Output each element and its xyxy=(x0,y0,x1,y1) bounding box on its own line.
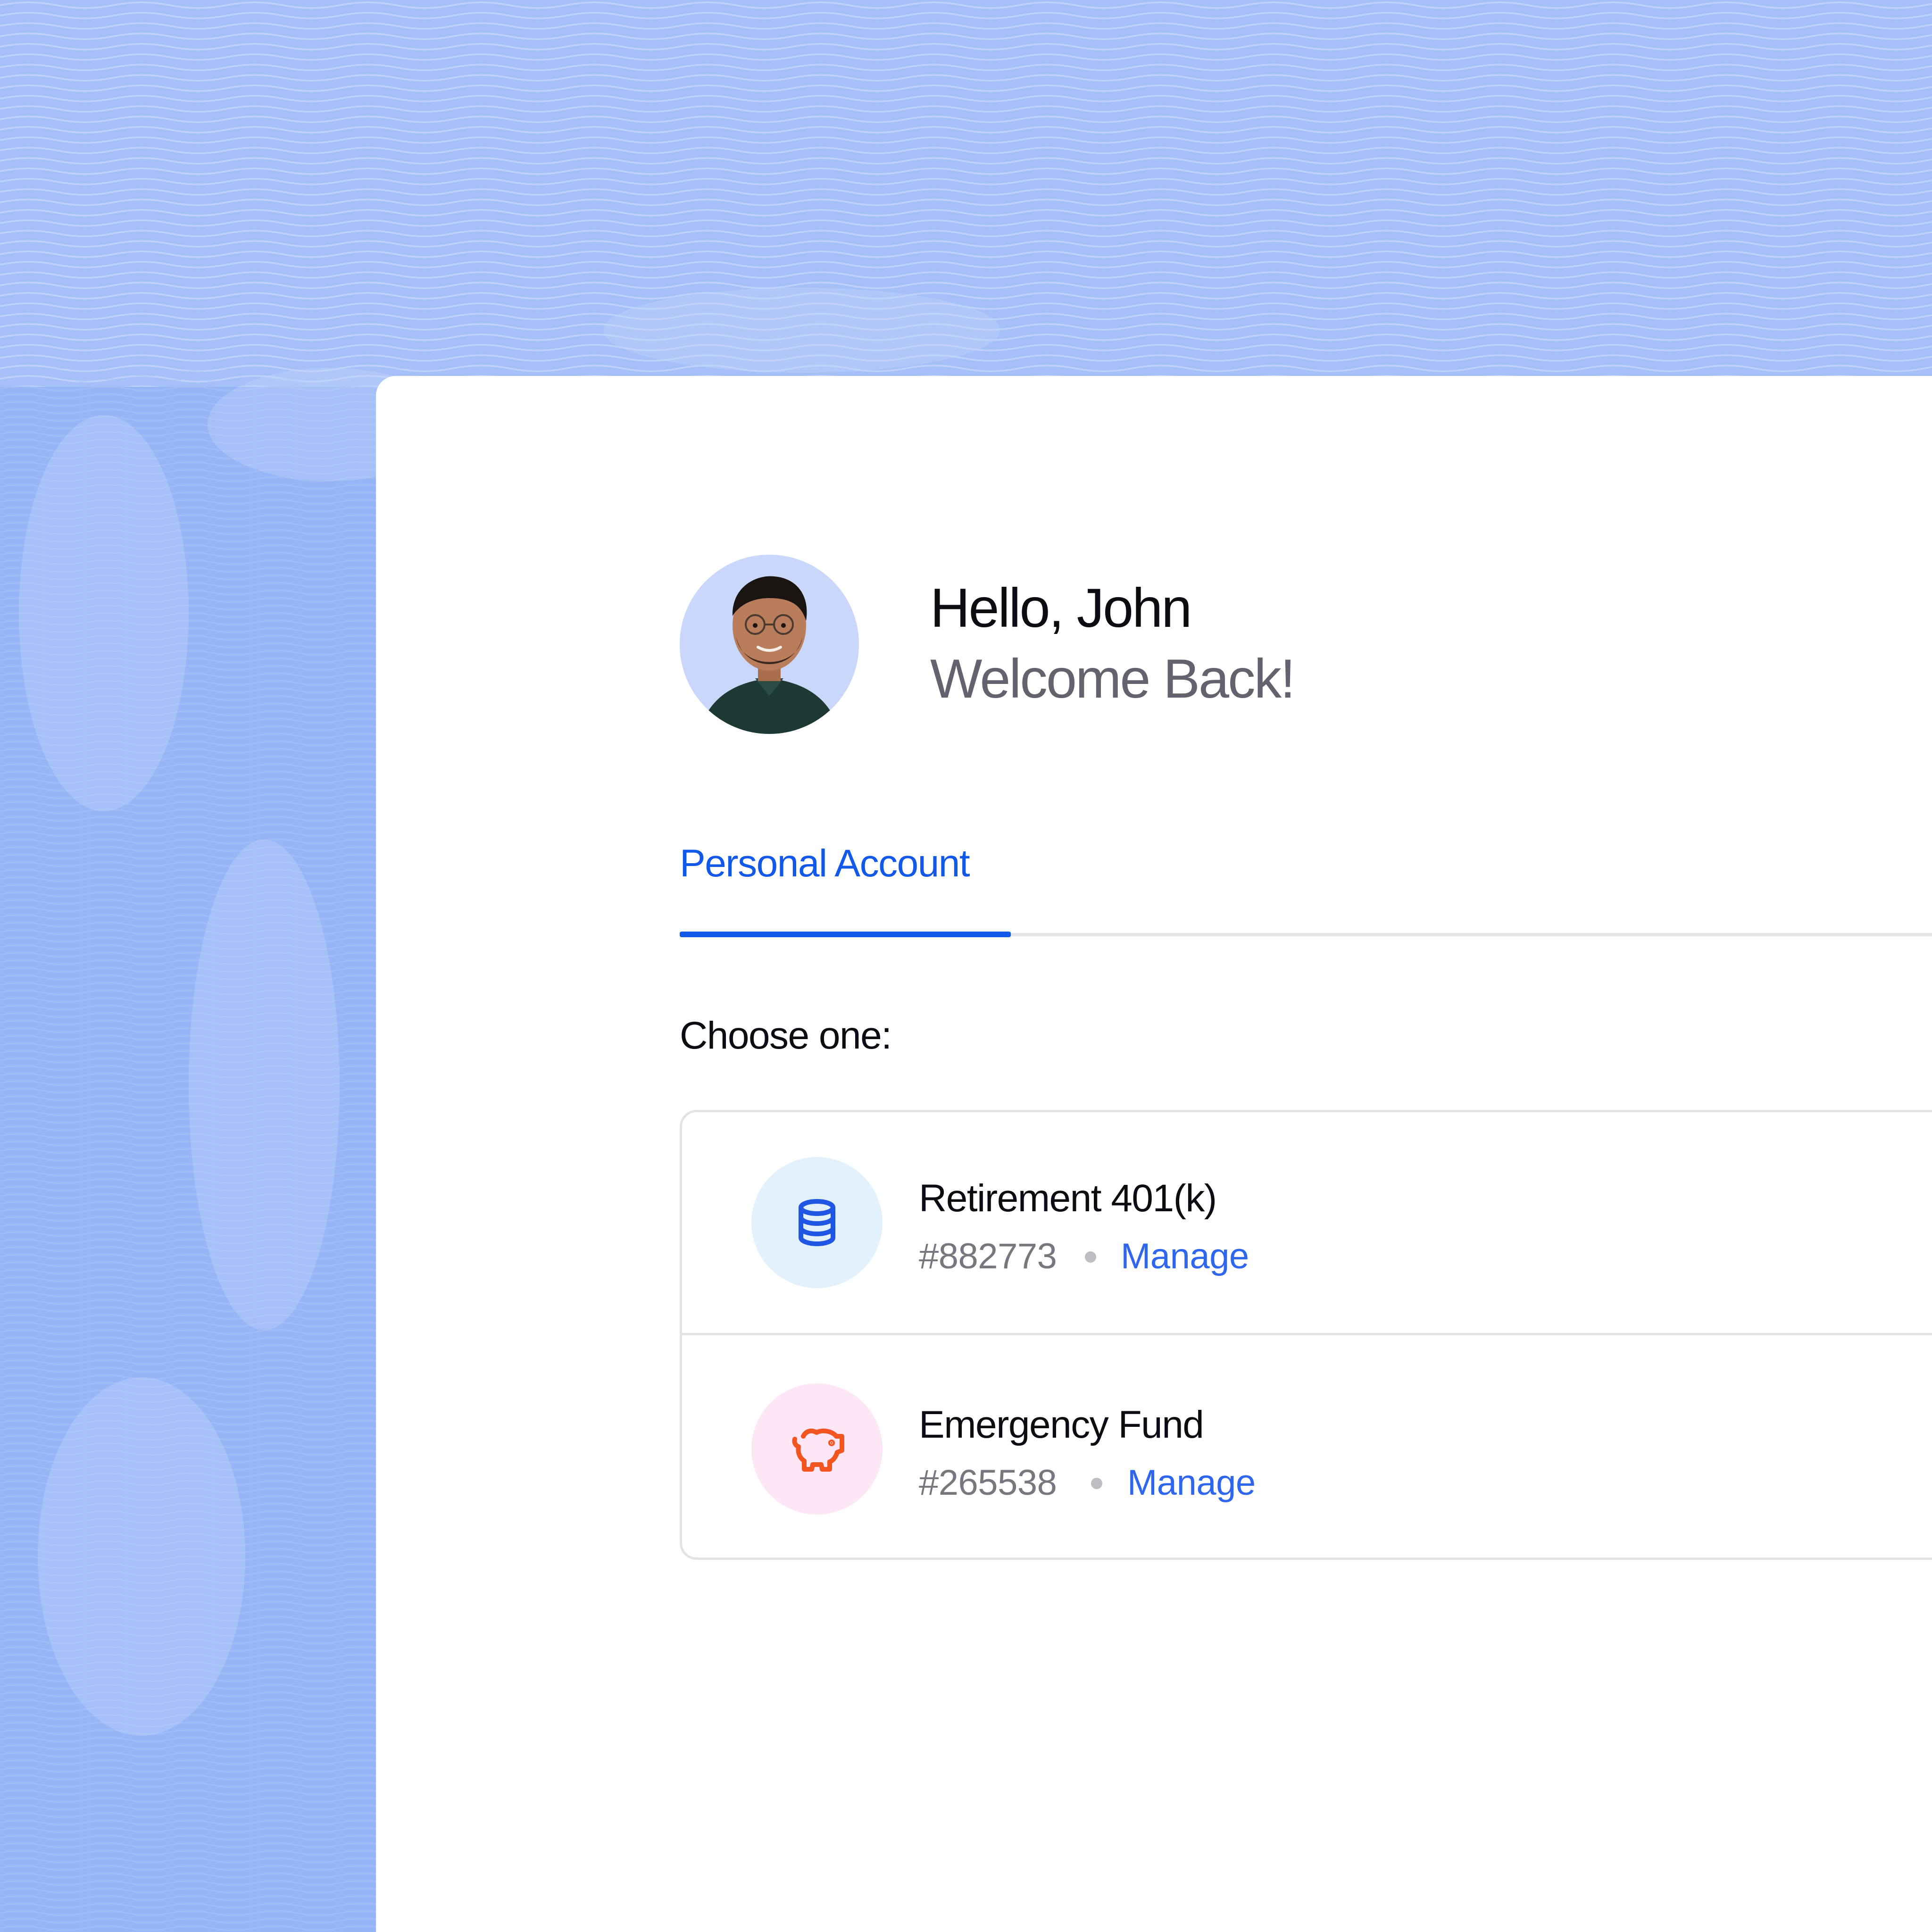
account-name: Emergency Fund xyxy=(919,1403,1204,1446)
welcome-subtitle: Welcome Back! xyxy=(930,648,1296,709)
greeting-title: Hello, John xyxy=(930,577,1192,639)
account-number: #882773 xyxy=(919,1236,1057,1276)
account-divider xyxy=(682,1333,1932,1335)
tab-personal-account[interactable]: Personal Account xyxy=(680,844,970,883)
account-icon-badge xyxy=(751,1383,883,1515)
piggy-bank-icon xyxy=(792,1428,844,1472)
separator-dot xyxy=(1091,1478,1102,1489)
account-name: Retirement 401(k) xyxy=(919,1177,1217,1220)
manage-link[interactable]: Manage xyxy=(1121,1239,1249,1274)
choose-prompt: Choose one: xyxy=(680,1014,892,1057)
account-icon-badge xyxy=(751,1157,883,1288)
manage-link[interactable]: Manage xyxy=(1127,1465,1256,1501)
coin-stack-icon xyxy=(799,1199,835,1246)
separator-dot xyxy=(1085,1251,1096,1263)
avatar xyxy=(680,555,859,734)
active-tab-indicator xyxy=(680,932,1011,937)
account-number: #265538 xyxy=(919,1463,1057,1503)
